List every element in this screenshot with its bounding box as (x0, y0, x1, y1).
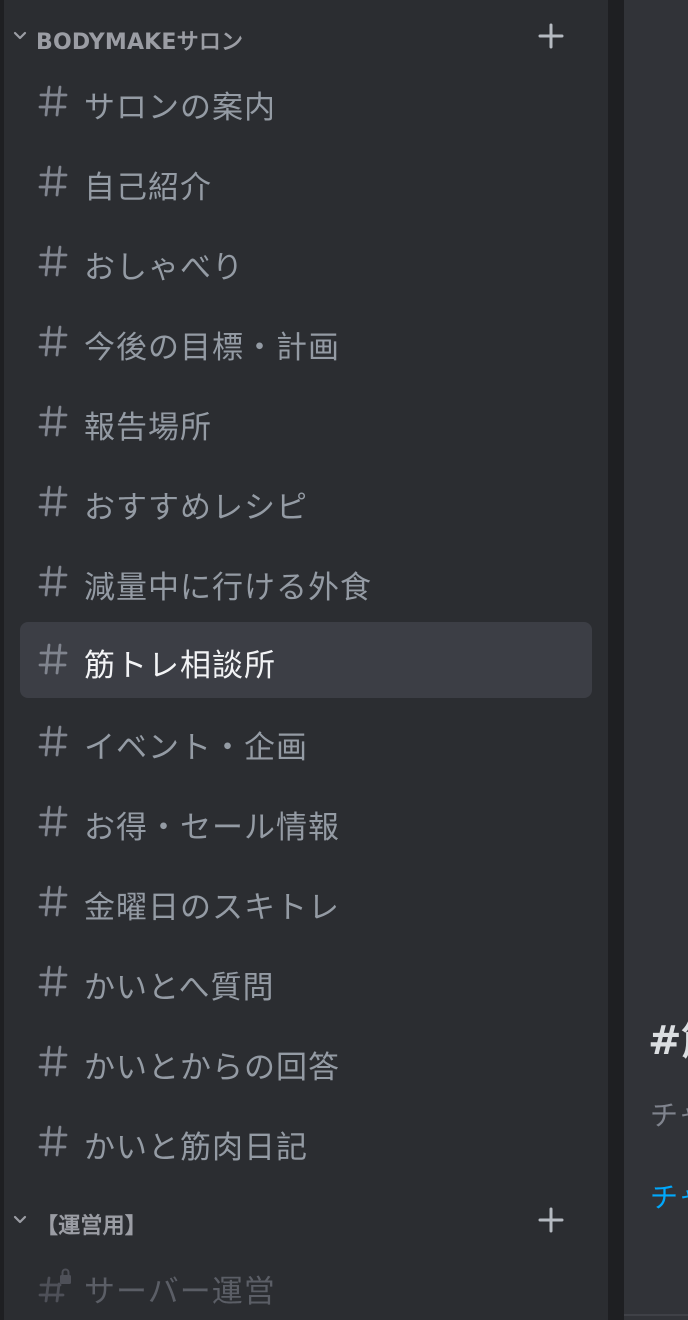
hash-icon (38, 405, 68, 437)
hash-icon (38, 805, 68, 837)
hash-icon (38, 565, 68, 597)
channel-name: 報告場所 (84, 410, 212, 446)
channel-name: おしゃべり (84, 250, 244, 286)
channel-name: サロンの案内 (84, 90, 276, 126)
channel-name: かいとへ質問 (84, 970, 275, 1006)
channel-name: 金曜日のスキトレ (84, 890, 340, 926)
hash-icon (38, 1125, 68, 1157)
channel-item[interactable]: お得・セール情報 (20, 784, 592, 860)
locked-hash-icon (38, 1268, 71, 1303)
channel-item[interactable]: かいとへ質問 (20, 944, 592, 1020)
channel-item[interactable]: 金曜日のスキトレ (20, 864, 592, 940)
panel-divider (608, 0, 624, 1320)
hash-icon (38, 245, 68, 277)
channel-name: 筋トレ相談所 (84, 648, 276, 684)
channel-name: イベント・企画 (84, 730, 308, 766)
channel-item[interactable]: かいと筋肉日記 (20, 1104, 592, 1180)
channel-name: かいとからの回答 (84, 1050, 340, 1086)
hash-icon (38, 643, 68, 675)
hash-icon (38, 485, 68, 517)
channel-item[interactable]: おしゃべり (20, 224, 592, 300)
channel-welcome-link[interactable]: チャ (650, 1176, 688, 1216)
channel-name: 自己紹介 (84, 170, 212, 206)
channel-sidebar[interactable]: BODYMAKEサロン サロンの案内 自己紹介 おしゃべり 今後の目標・計画 報… (4, 0, 608, 1320)
channel-item-locked[interactable]: サーバー運営 (20, 1248, 592, 1320)
channel-item[interactable]: 自己紹介 (20, 144, 592, 220)
chevron-down-icon[interactable] (12, 26, 28, 46)
channel-name: おすすめレシピ (84, 490, 308, 526)
channel-welcome-title: #筋 (648, 1018, 688, 1064)
channel-item[interactable]: 減量中に行ける外食 (20, 544, 592, 620)
plus-icon[interactable] (537, 1206, 565, 1234)
channel-item[interactable]: イベント・企画 (20, 704, 592, 780)
channel-name: お得・セール情報 (84, 810, 340, 846)
chevron-down-icon[interactable] (12, 1210, 28, 1230)
hash-icon (38, 1045, 68, 1077)
plus-icon[interactable] (537, 22, 565, 50)
channel-item[interactable]: 報告場所 (20, 384, 592, 460)
chat-divider (624, 1314, 688, 1316)
chat-panel: #筋 チャ チャ (624, 0, 688, 1320)
category-bodymake-salon[interactable]: BODYMAKEサロン (4, 14, 608, 58)
hash-icon (38, 165, 68, 197)
category-label: BODYMAKEサロン (36, 30, 244, 55)
discord-app: BODYMAKEサロン サロンの案内 自己紹介 おしゃべり 今後の目標・計画 報… (0, 0, 688, 1320)
channel-item[interactable]: 今後の目標・計画 (20, 304, 592, 380)
channel-welcome-text: チャ (650, 1099, 688, 1132)
hash-icon (38, 965, 68, 997)
channel-item[interactable]: かいとからの回答 (20, 1024, 592, 1100)
channel-name: 今後の目標・計画 (84, 330, 340, 366)
hash-icon (38, 325, 68, 357)
channel-name: サーバー運営 (84, 1274, 276, 1310)
hash-icon (38, 725, 68, 757)
category-admin[interactable]: 【運営用】 (4, 1198, 608, 1242)
channel-item-selected[interactable]: 筋トレ相談所 (20, 622, 592, 698)
channel-name: かいと筋肉日記 (84, 1130, 308, 1166)
channel-item[interactable]: おすすめレシピ (20, 464, 592, 540)
channel-name: 減量中に行ける外食 (84, 570, 372, 606)
hash-icon (38, 885, 68, 917)
category-label: 【運営用】 (36, 1214, 148, 1239)
channel-item[interactable]: サロンの案内 (20, 64, 592, 140)
hash-icon (38, 85, 68, 117)
